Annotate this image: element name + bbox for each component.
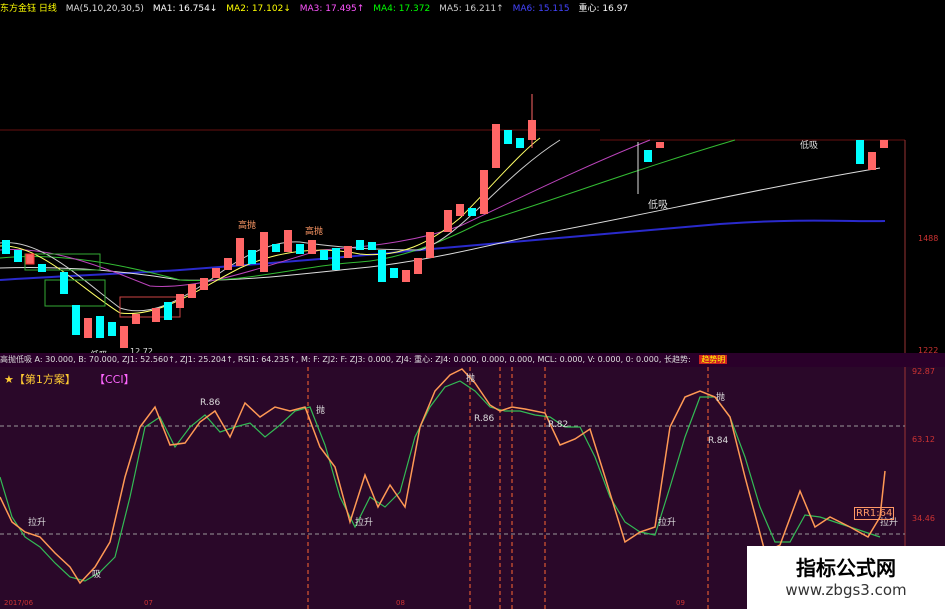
ma4-line bbox=[0, 139, 736, 282]
annotation-dixi-3: 低吸 bbox=[800, 141, 819, 151]
marker-pao-2: 抛 bbox=[466, 372, 475, 384]
candlestick-panel[interactable]: 高抛 高抛 低吸 12.72 低吸 低吸 1488 1222 bbox=[0, 18, 945, 361]
scheme-title[interactable]: ★【第1方案】 bbox=[4, 371, 76, 387]
marker-r86-b: R.86 bbox=[474, 414, 495, 424]
ma4-value: MA4: 17.372 bbox=[373, 4, 431, 14]
center-value: 重心: 16.97 bbox=[578, 4, 629, 14]
indicator-params: 高抛低吸 A: 30.000, B: 70.000, ZJ1: 52.560↑,… bbox=[0, 355, 691, 364]
date-label-1: 2017/06 bbox=[4, 599, 34, 607]
ma6-line bbox=[0, 219, 886, 281]
indicator-header: 高抛低吸 A: 30.000, B: 70.000, ZJ1: 52.560↑,… bbox=[0, 353, 945, 367]
marker-pao-1: 抛 bbox=[316, 404, 325, 416]
marker-xi: 吸 bbox=[92, 569, 101, 580]
cci-title[interactable]: 【CCI】 bbox=[94, 371, 135, 387]
watermark-box: 指标公式网 www.zbgs3.com bbox=[747, 546, 945, 609]
ma1-value: MA1: 16.754↓ bbox=[152, 4, 218, 14]
trend-tag[interactable]: 趋势明 bbox=[699, 355, 728, 364]
ma2-value: MA2: 17.102↓ bbox=[226, 4, 291, 14]
annotation-gaopao-1: 高抛 bbox=[238, 221, 257, 231]
candlestick-chart bbox=[0, 94, 906, 353]
y-tick-2: 63.12 bbox=[912, 435, 935, 444]
price-tick-1: 1488 bbox=[918, 234, 939, 243]
marker-r86-a: R.86 bbox=[200, 398, 221, 408]
ma6-value: MA6: 15.115 bbox=[512, 4, 570, 14]
marker-lasheng-3: 拉升 bbox=[658, 516, 676, 528]
annotation-gaopao-2: 高抛 bbox=[305, 227, 324, 237]
marker-lasheng-2: 拉升 bbox=[355, 516, 373, 528]
rr-label: RR1:64 bbox=[854, 507, 895, 520]
date-label-3: 08 bbox=[396, 599, 405, 607]
ma5-value: MA5: 16.211↑ bbox=[439, 4, 504, 14]
watermark-title: 指标公式网 bbox=[796, 556, 896, 580]
ma5-line bbox=[0, 167, 881, 281]
watermark-url: www.zbgs3.com bbox=[785, 581, 907, 599]
date-label-2: 07 bbox=[144, 599, 153, 607]
marker-lasheng-1: 拉升 bbox=[28, 516, 46, 528]
y-tick-1: 92.87 bbox=[912, 367, 935, 376]
date-axis: 2017/06 07 08 09 bbox=[0, 599, 760, 609]
annotation-dixi-2: 低吸 bbox=[648, 200, 668, 211]
stock-title[interactable]: 东方金钰 日线 bbox=[0, 4, 57, 14]
y-tick-3: 34.46 bbox=[912, 514, 935, 523]
marker-r82: R.82 bbox=[548, 420, 568, 430]
date-label-4: 09 bbox=[676, 599, 685, 607]
marker-r84: R.84 bbox=[708, 436, 729, 446]
ma3-line bbox=[0, 139, 651, 287]
marker-pao-3: 抛 bbox=[716, 391, 725, 403]
ma-params: MA(5,10,20,30,5) bbox=[65, 4, 144, 14]
ma3-value: MA3: 17.495↑ bbox=[299, 4, 365, 14]
chart-header: 东方金钰 日线 MA(5,10,20,30,5) MA1: 16.754↓ MA… bbox=[0, 0, 945, 18]
